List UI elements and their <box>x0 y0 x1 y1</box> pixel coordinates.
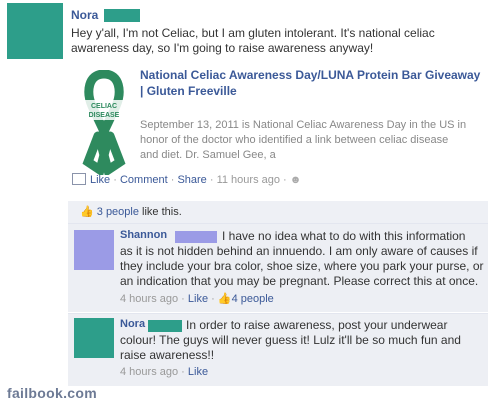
commenter-avatar[interactable] <box>74 318 114 358</box>
redacted-surname <box>175 231 217 243</box>
redacted-surname <box>104 9 140 22</box>
thumbs-up-icon: 👍 <box>217 293 232 305</box>
comment-like-button[interactable]: Like <box>188 293 208 305</box>
audience-icon: ☻ <box>289 174 302 186</box>
author-avatar[interactable] <box>7 3 63 59</box>
comment-text-line-3: raise awareness!! <box>120 348 215 362</box>
comment-like-button[interactable]: Like <box>188 366 208 378</box>
shared-link-desc-line-3: and diet. Dr. Samuel Gee, a <box>140 149 276 161</box>
shared-link-desc-line-1: September 13, 2011 is National Celiac Aw… <box>140 119 467 131</box>
comment-likes-count[interactable]: 4 people <box>232 293 274 305</box>
shared-link-title-line-2[interactable]: | Gluten Freeville <box>140 84 237 99</box>
comment-text-line-2: as it is not hidden behind an innuendo. … <box>120 244 478 258</box>
celiac-ribbon-image[interactable]: CELIAC DISEASE <box>78 70 130 175</box>
comment-button[interactable]: Comment <box>120 174 168 186</box>
likers-link[interactable]: 3 people <box>97 206 139 218</box>
redacted-surname <box>148 320 182 332</box>
share-link-icon <box>72 173 86 186</box>
comment-timestamp[interactable]: 4 hours ago <box>120 293 178 305</box>
shared-link-desc-line-2: honor of the doctor who identified a lin… <box>140 134 449 146</box>
comment-text-line-4: an indication that you may be pregnant. … <box>120 274 479 288</box>
post-text-line-2: awareness day, so I'm going to raise awa… <box>71 41 374 55</box>
comment-meta: 4 hours ago · Like <box>120 366 209 378</box>
failbook-watermark: failbook.com <box>7 385 97 401</box>
comment-meta: 4 hours ago · Like · 👍4 people <box>120 293 274 305</box>
commenter-avatar[interactable] <box>74 230 114 270</box>
svg-text:DISEASE: DISEASE <box>89 112 120 119</box>
comment-timestamp[interactable]: 4 hours ago <box>120 366 178 378</box>
post-actions: Like · Comment · Share · 11 hours ago · … <box>72 173 302 186</box>
comment-text-line-3: they include your bra color, shoe size, … <box>120 259 484 273</box>
comment-author-name[interactable]: Shannon <box>120 229 167 241</box>
post-timestamp[interactable]: 11 hours ago <box>217 174 280 186</box>
shared-link-title-line-1[interactable]: National Celiac Awareness Day/LUNA Prote… <box>140 68 480 83</box>
like-button[interactable]: Like <box>90 174 110 186</box>
comment-text-line-2: colour! The guys will never guess it! Lu… <box>120 333 461 347</box>
likes-summary: 👍 3 people like this. <box>80 205 182 218</box>
thumbs-up-icon: 👍 <box>80 206 94 218</box>
svg-text:CELIAC: CELIAC <box>91 103 117 110</box>
likes-suffix: like this. <box>142 206 182 218</box>
comment-author-name[interactable]: Nora <box>120 318 145 330</box>
post-author-name[interactable]: Nora <box>71 8 98 22</box>
comment-text-line-1: In order to raise awareness, post your u… <box>186 318 448 332</box>
post-text-line-1: Hey y'all, I'm not Celiac, but I am glut… <box>71 26 435 40</box>
share-button[interactable]: Share <box>177 174 206 186</box>
comment-text-line-1: I have no idea what to do with this info… <box>222 229 466 243</box>
